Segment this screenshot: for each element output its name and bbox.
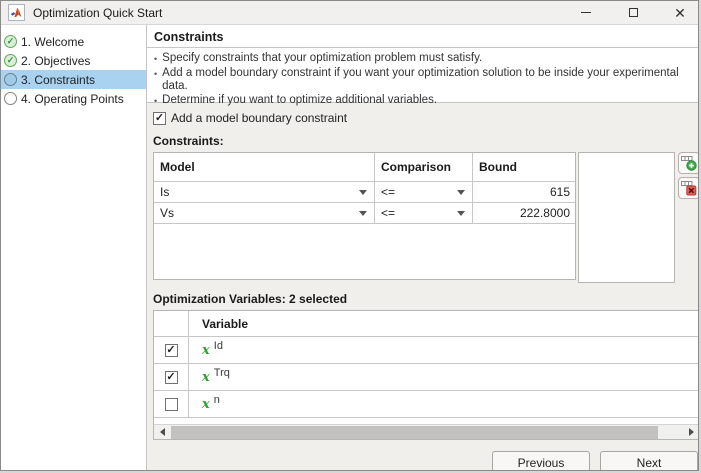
maximize-button[interactable] (618, 1, 648, 25)
chevron-down-icon (359, 211, 367, 216)
delete-table-row-icon (681, 181, 697, 196)
maximize-icon (628, 8, 638, 17)
minimize-icon (581, 12, 591, 13)
variable-icon: x (202, 396, 210, 412)
page-title: Constraints (147, 25, 698, 48)
step-pending-icon (4, 92, 17, 105)
previous-button[interactable]: Previous (492, 451, 590, 470)
column-header-comparison: Comparison (375, 153, 473, 181)
title-bar: Optimization Quick Start ✕ (1, 1, 698, 25)
empty-side-panel (578, 152, 675, 283)
model-dropdown[interactable]: Is (154, 182, 375, 202)
arrow-right-icon (688, 428, 694, 436)
constraints-table: Model Comparison Bound Is <= 615 Vs <= 2… (153, 152, 576, 280)
constraints-table-header: Model Comparison Bound (154, 153, 575, 182)
scrollbar-thumb[interactable] (171, 425, 659, 439)
table-row: Vs <= 222.8000 (154, 203, 575, 224)
variables-table-header: Variable (154, 311, 698, 337)
sidebar-item-constraints[interactable]: 3. Constraints (1, 70, 146, 89)
variable-name: Id (213, 340, 223, 352)
step-complete-icon (4, 54, 17, 67)
horizontal-scrollbar[interactable] (154, 424, 698, 440)
variable-checkbox[interactable] (164, 397, 178, 411)
column-header-bound: Bound (479, 160, 517, 174)
wizard-steps-sidebar: 1. Welcome 2. Objectives 3. Constraints … (1, 25, 147, 470)
description-bullet: • Specify constraints that your optimiza… (154, 52, 692, 67)
scroll-right-button[interactable] (683, 425, 698, 440)
boundary-constraint-label: Add a model boundary constraint (171, 111, 348, 125)
next-button[interactable]: Next (600, 451, 698, 470)
chevron-down-icon (457, 190, 465, 195)
column-header-model: Model (154, 153, 375, 181)
bound-field[interactable]: 222.8000 (473, 203, 575, 223)
sidebar-item-operating-points[interactable]: 4. Operating Points (1, 89, 146, 108)
step-pending-icon (4, 73, 17, 86)
window-title: Optimization Quick Start (33, 5, 163, 20)
close-icon: ✕ (674, 4, 686, 21)
chevron-down-icon (457, 211, 465, 216)
add-table-row-icon (681, 156, 697, 171)
table-row: x n (154, 391, 698, 418)
scroll-left-button[interactable] (154, 425, 170, 440)
column-header-variable: Variable (202, 316, 249, 331)
chevron-down-icon (359, 190, 367, 195)
step-complete-icon (4, 35, 17, 48)
bullet-icon: • (154, 68, 158, 79)
optimization-variables-label: Optimization Variables: 2 selected (153, 292, 348, 306)
optimization-quick-start-dialog: Optimization Quick Start ✕ 1. Welcome 2.… (0, 0, 699, 471)
step-label: 2. Objectives (21, 53, 91, 68)
close-button[interactable]: ✕ (665, 1, 695, 25)
scrollbar-track[interactable] (170, 425, 683, 440)
variable-icon: x (202, 342, 210, 358)
matlab-logo-icon (8, 4, 25, 21)
variable-name: n (213, 394, 220, 406)
step-label: 3. Constraints (21, 72, 96, 87)
boundary-constraint-checkbox[interactable] (153, 111, 166, 125)
delete-constraint-button[interactable] (678, 177, 698, 199)
step-label: 4. Operating Points (21, 91, 124, 106)
bound-field[interactable]: 615 (473, 182, 575, 202)
sidebar-item-objectives[interactable]: 2. Objectives (1, 51, 146, 70)
model-dropdown[interactable]: Vs (154, 203, 375, 223)
arrow-left-icon (159, 428, 165, 436)
constraints-table-label: Constraints: (153, 134, 224, 148)
variable-checkbox[interactable] (164, 370, 178, 384)
sidebar-item-welcome[interactable]: 1. Welcome (1, 32, 146, 51)
comparison-dropdown[interactable]: <= (375, 203, 473, 223)
select-column-header (154, 311, 189, 336)
table-row: x Trq (154, 364, 698, 391)
table-row: x Id (154, 337, 698, 364)
optimization-variables-table: Variable x Id (153, 310, 698, 440)
table-row: Is <= 615 (154, 182, 575, 203)
variable-checkbox[interactable] (164, 343, 178, 357)
empty-table-area (154, 224, 575, 279)
bullet-icon: • (154, 54, 158, 64)
comparison-dropdown[interactable]: <= (375, 182, 473, 202)
variable-name: Trq (213, 367, 230, 379)
description-bullet: • Add a model boundary constraint if you… (154, 66, 679, 93)
step-description-panel: Constraints • Specify constraints that y… (147, 25, 698, 106)
variable-icon: x (202, 369, 210, 385)
step-label: 1. Welcome (21, 34, 85, 49)
minimize-button[interactable] (571, 1, 601, 25)
add-constraint-button[interactable] (678, 152, 698, 174)
